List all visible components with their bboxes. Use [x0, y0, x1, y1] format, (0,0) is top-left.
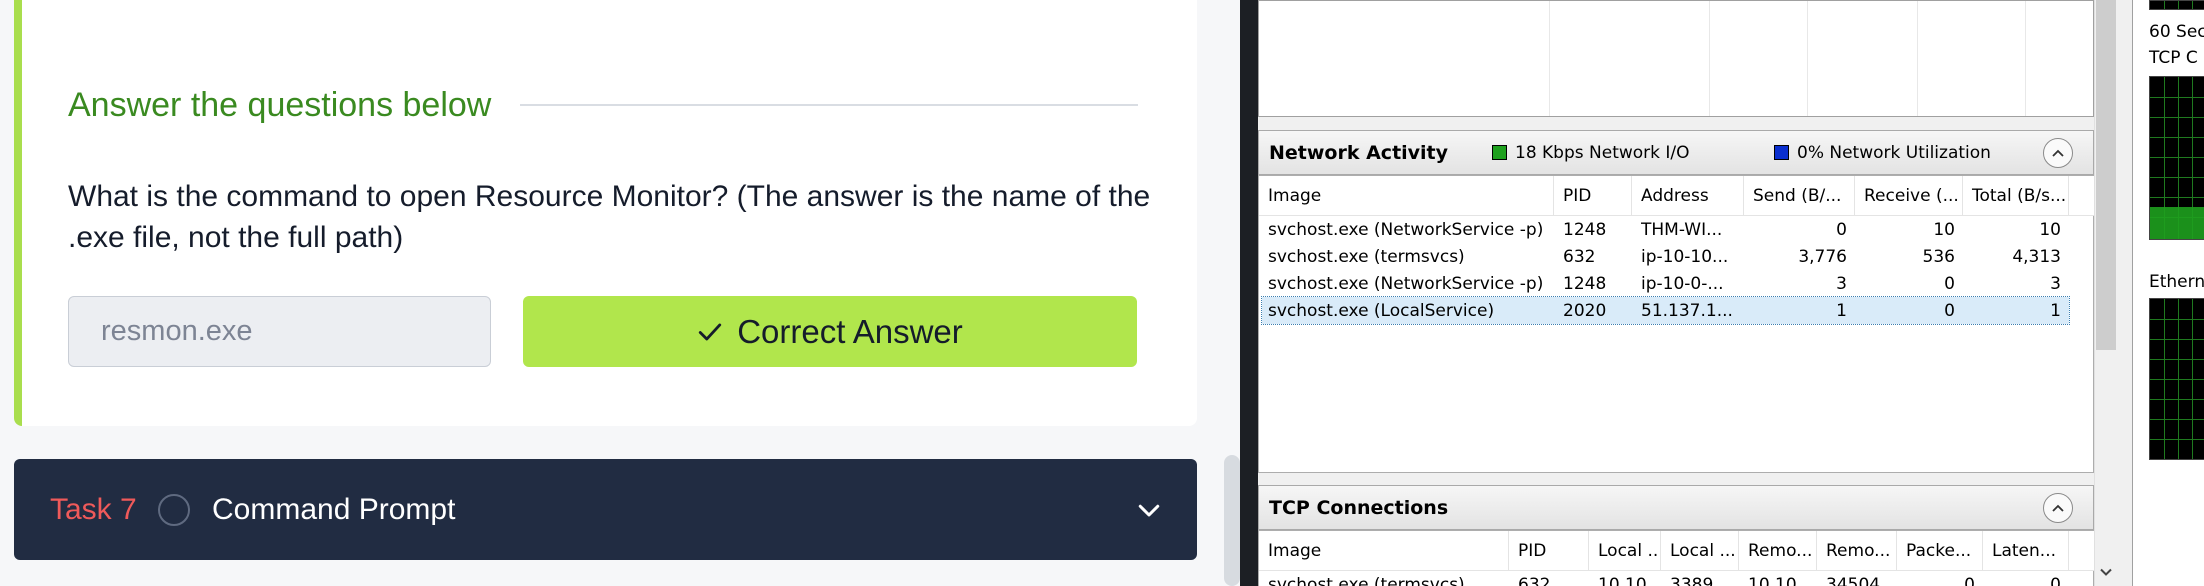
col-packet-loss[interactable]: Packe...	[1897, 531, 1983, 571]
ethernet-mini-graph	[2149, 298, 2204, 460]
table-row[interactable]: svchost.exe (NetworkService -p) 1248 ip-…	[1259, 270, 2095, 297]
network-mini-graph	[2149, 0, 2204, 10]
ethernet-graph-label: Ethern	[2149, 272, 2204, 292]
submit-label: Correct Answer	[737, 312, 963, 350]
cell-pid: 632	[1563, 246, 1596, 267]
resource-monitor-scrollbar-thumb[interactable]	[2096, 0, 2116, 350]
cell-packet-loss: 0	[1964, 574, 1975, 586]
cell-image: svchost.exe (termsvcs)	[1268, 574, 1465, 586]
chevron-up-icon	[2052, 149, 2064, 157]
tcp-connections-header[interactable]: TCP Connections	[1258, 485, 2094, 530]
cell-send: 3	[1836, 273, 1847, 294]
col-send[interactable]: Send (B/...	[1744, 176, 1855, 216]
tcp-column-header: Image PID Local ... Local ... Remo... Re…	[1259, 531, 2095, 571]
network-activity-title: Network Activity	[1269, 141, 1449, 164]
cell-pid: 2020	[1563, 300, 1607, 321]
cell-send: 0	[1836, 219, 1847, 240]
cell-image: svchost.exe (NetworkService -p)	[1268, 219, 1544, 240]
col-pid[interactable]: PID	[1554, 176, 1632, 216]
network-io-swatch	[1492, 145, 1507, 160]
col-remote-port[interactable]: Remo...	[1817, 531, 1897, 571]
graph-sidebar: 60 Sec TCP C Ethern	[2132, 0, 2204, 586]
cell-total: 4,313	[2012, 246, 2061, 267]
cell-local-port: 3389	[1670, 574, 1714, 586]
cell-address: ip-10-0-...	[1641, 273, 1724, 294]
task-status-circle-icon	[158, 493, 190, 526]
cell-receive: 0	[1944, 300, 1955, 321]
cell-send: 1	[1836, 300, 1847, 321]
task-header-command-prompt[interactable]: Task 7 Command Prompt	[14, 459, 1197, 560]
cell-total: 1	[2050, 300, 2061, 321]
scroll-down-arrow-icon[interactable]	[2096, 562, 2116, 582]
cell-receive: 10	[1933, 219, 1955, 240]
graph-time-label: 60 Sec	[2149, 22, 2204, 42]
col-remote-address[interactable]: Remo...	[1739, 531, 1817, 571]
cell-pid: 1248	[1563, 273, 1607, 294]
cell-receive: 536	[1922, 246, 1955, 267]
check-icon	[699, 323, 722, 340]
network-graph-area	[1258, 0, 2094, 117]
cell-send: 3,776	[1798, 246, 1847, 267]
network-activity-table: Image PID Address Send (B/... Receive (.…	[1258, 175, 2095, 473]
cell-pid: 632	[1518, 574, 1551, 586]
network-io-legend: 18 Kbps Network I/O	[1492, 143, 1690, 163]
correct-answer-button[interactable]: Correct Answer	[523, 296, 1137, 367]
cell-pid: 1248	[1563, 219, 1607, 240]
task-title: Command Prompt	[212, 492, 456, 526]
table-row[interactable]: svchost.exe (termsvcs) 632 10.10.... 338…	[1259, 571, 2095, 586]
question-text: What is the command to open Resource Mon…	[68, 180, 1151, 254]
col-local-port[interactable]: Local ...	[1661, 531, 1739, 571]
network-activity-header[interactable]: Network Activity 18 Kbps Network I/O 0% …	[1258, 130, 2094, 175]
col-local-address[interactable]: Local ...	[1589, 531, 1661, 571]
tcp-graph-label: TCP C	[2149, 48, 2198, 68]
screen: Answer the questions below What is the c…	[0, 0, 2204, 586]
col-image[interactable]: Image	[1259, 176, 1554, 216]
cell-local-address: 10.10....	[1598, 574, 1660, 586]
cell-address: 51.137.1...	[1641, 300, 1733, 321]
col-receive[interactable]: Receive (...	[1855, 176, 1963, 216]
network-util-label: 0% Network Utilization	[1797, 142, 1991, 163]
network-util-swatch	[1774, 145, 1789, 160]
resource-monitor-window: Network Activity 18 Kbps Network I/O 0% …	[1258, 0, 2204, 586]
col-address[interactable]: Address	[1632, 176, 1744, 216]
col-image[interactable]: Image	[1259, 531, 1509, 571]
table-row-selected[interactable]: svchost.exe (LocalService) 2020 51.137.1…	[1261, 296, 2070, 325]
table-row[interactable]: svchost.exe (termsvcs) 632 ip-10-10... 3…	[1259, 243, 2095, 270]
task-number: Task 7	[50, 492, 137, 526]
chevron-up-icon	[2052, 504, 2064, 512]
page-scrollbar-thumb[interactable]	[1224, 455, 1240, 586]
cell-image: svchost.exe (LocalService)	[1268, 300, 1495, 321]
cell-total: 10	[2039, 219, 2061, 240]
table-row[interactable]: svchost.exe (NetworkService -p) 1248 THM…	[1259, 216, 2095, 243]
heading-divider	[520, 104, 1138, 106]
split-divider	[1240, 0, 1258, 586]
answer-section-heading: Answer the questions below	[68, 86, 492, 124]
chevron-down-icon[interactable]	[1134, 495, 1164, 525]
cell-receive: 0	[1944, 273, 1955, 294]
answer-input[interactable]: resmon.exe	[68, 296, 491, 367]
col-latency[interactable]: Laten...	[1983, 531, 2069, 571]
cell-remote-address: 10.10....	[1748, 574, 1816, 586]
tcp-connections-title: TCP Connections	[1269, 496, 1449, 519]
cell-address: ip-10-10...	[1641, 246, 1729, 267]
tcp-connections-table: Image PID Local ... Local ... Remo... Re…	[1258, 530, 2095, 586]
col-total[interactable]: Total (B/s...	[1963, 176, 2069, 216]
cell-address: THM-WI...	[1641, 219, 1723, 240]
cell-remote-port: 34504	[1826, 574, 1881, 586]
collapse-network-activity-button[interactable]	[2043, 137, 2073, 168]
cell-image: svchost.exe (NetworkService -p)	[1268, 273, 1544, 294]
tcp-connections-mini-graph	[2149, 76, 2204, 240]
network-util-legend: 0% Network Utilization	[1774, 143, 1991, 163]
cell-latency: 0	[2050, 574, 2061, 586]
cell-image: svchost.exe (termsvcs)	[1268, 246, 1465, 267]
collapse-tcp-connections-button[interactable]	[2043, 492, 2073, 523]
network-io-label: 18 Kbps Network I/O	[1515, 142, 1690, 163]
course-panel: Answer the questions below What is the c…	[0, 0, 1240, 586]
cell-total: 3	[2050, 273, 2061, 294]
col-pid[interactable]: PID	[1509, 531, 1589, 571]
network-activity-column-header: Image PID Address Send (B/... Receive (.…	[1259, 176, 2095, 216]
